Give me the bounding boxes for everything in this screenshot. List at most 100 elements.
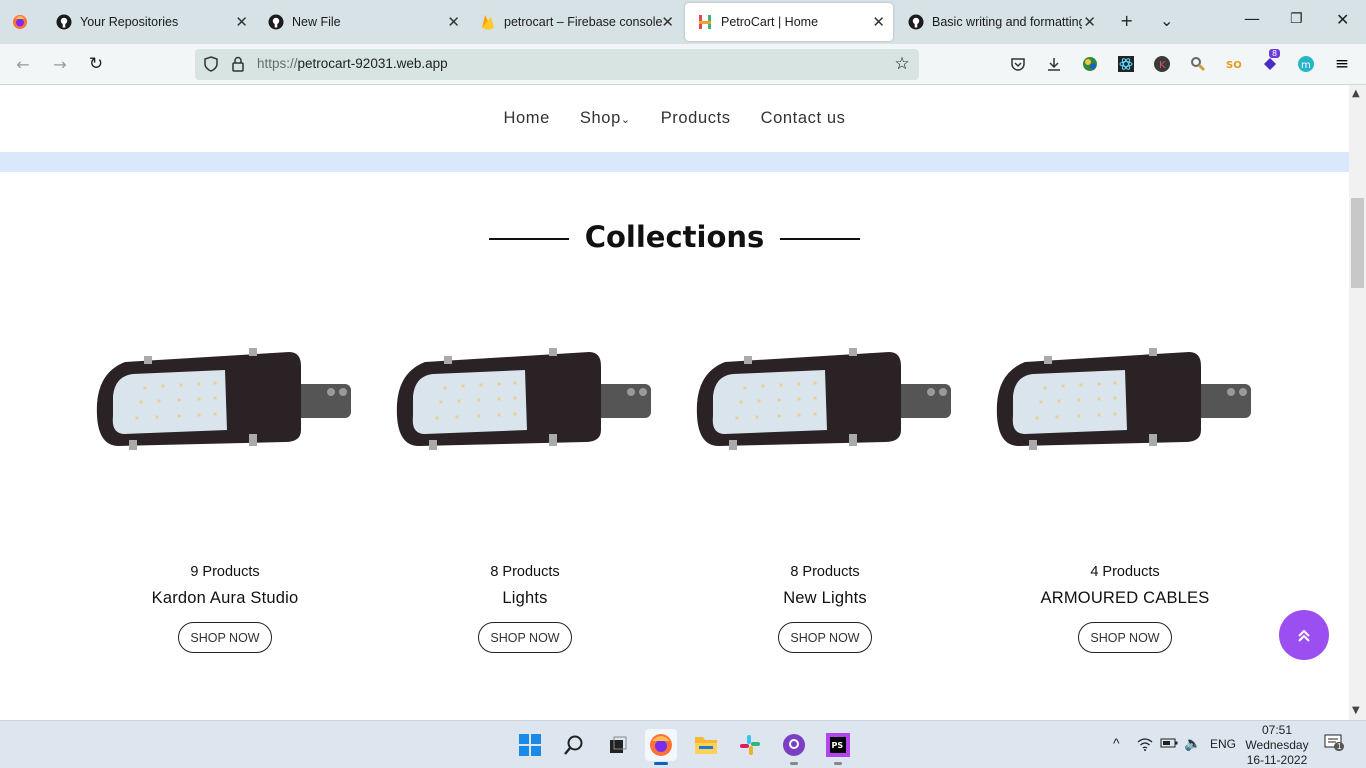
collection-name[interactable]: Lights — [375, 589, 675, 608]
start-button[interactable] — [514, 729, 546, 761]
street-light-image — [996, 348, 1251, 450]
tab-title: Basic writing and formatting — [932, 15, 1082, 29]
tab-firebase-console[interactable]: petrocart – Firebase console ✕ — [468, 3, 682, 41]
clock[interactable]: 07:51 Wednesday 16-11-2022 — [1240, 723, 1314, 768]
volume-icon[interactable]: 🔈 — [1184, 735, 1201, 752]
task-view-icon — [610, 736, 627, 753]
close-icon[interactable]: ✕ — [235, 13, 248, 31]
svg-text:m: m — [1301, 60, 1311, 71]
address-bar[interactable]: https://petrocart-92031.web.app ☆ — [195, 49, 919, 80]
collection-card[interactable]: 8 Products New Lights SHOP NOW — [675, 340, 975, 660]
scrollbar-thumb[interactable] — [1351, 198, 1364, 288]
firefox-view-button[interactable] — [0, 3, 42, 41]
k-extension-icon[interactable]: K — [1153, 55, 1171, 73]
close-icon[interactable]: ✕ — [872, 13, 885, 31]
nav-shop-label: Shop — [579, 108, 621, 127]
wifi-icon[interactable] — [1137, 737, 1153, 754]
taskbar-file-explorer[interactable] — [690, 729, 722, 761]
minimize-icon[interactable]: — — [1244, 9, 1260, 28]
github-icon — [268, 14, 284, 30]
street-light-image — [96, 348, 351, 450]
taskbar-slack[interactable] — [734, 729, 766, 761]
collection-product-count: 9 Products — [190, 564, 260, 580]
nav-home[interactable]: Home — [504, 109, 550, 128]
title-divider-right — [780, 238, 860, 240]
tab-strip: Your Repositories ✕ New File ✕ petrocart… — [0, 0, 1366, 44]
magnifier-extension-icon[interactable] — [1189, 55, 1207, 73]
input-language[interactable]: ENG — [1210, 737, 1236, 751]
double-chevron-up-icon — [1298, 629, 1310, 642]
tab-title: New File — [292, 15, 341, 29]
app-menu-icon[interactable]: ≡ — [1333, 54, 1351, 74]
tab-list-chevron-icon[interactable]: ⌄ — [1160, 11, 1173, 30]
battery-icon[interactable] — [1160, 737, 1178, 752]
tab-title: PetroCart | Home — [721, 15, 819, 29]
petrocart-icon — [697, 14, 713, 30]
nav-shop[interactable]: Shop⌄ — [580, 109, 631, 128]
back-icon[interactable]: ← — [14, 55, 32, 74]
download-icon[interactable] — [1045, 55, 1063, 73]
url-text[interactable]: https://petrocart-92031.web.app — [257, 56, 448, 71]
close-icon[interactable]: ✕ — [1083, 13, 1096, 31]
pocket-icon[interactable] — [1009, 55, 1027, 73]
collection-name[interactable]: New Lights — [675, 589, 975, 608]
clock-time: 07:51 — [1261, 723, 1293, 737]
tab-your-repositories[interactable]: Your Repositories ✕ — [44, 3, 256, 41]
notification-center-button[interactable]: 1 — [1324, 734, 1345, 755]
chevron-down-icon: ⌄ — [620, 113, 631, 126]
taskbar-firefox[interactable] — [645, 729, 677, 765]
github-icon — [908, 14, 924, 30]
new-tab-icon[interactable]: + — [1120, 11, 1133, 30]
taskbar-github-desktop[interactable] — [778, 729, 810, 765]
shop-now-button[interactable]: SHOP NOW — [778, 622, 872, 653]
collection-card[interactable]: 8 Products Lights SHOP NOW — [375, 340, 675, 660]
nav-contact[interactable]: Contact us — [761, 109, 846, 128]
page-scrollbar[interactable]: ▲ ▼ — [1349, 85, 1366, 720]
url-scheme: https:// — [257, 56, 298, 71]
tab-new-file[interactable]: New File ✕ — [256, 3, 468, 41]
collection-card[interactable]: 4 Products ARMOURED CABLES SHOP NOW — [975, 340, 1275, 660]
street-light-image — [696, 348, 951, 450]
so-extension-icon[interactable]: SO — [1225, 55, 1243, 73]
svg-text:SO: SO — [1226, 60, 1242, 71]
section-title: Collections — [584, 220, 765, 254]
shop-now-button[interactable]: SHOP NOW — [178, 622, 272, 653]
tracking-shield-icon[interactable] — [202, 55, 220, 73]
search-button[interactable] — [558, 729, 590, 761]
collection-card[interactable]: 9 Products Kardon Aura Studio SHOP NOW — [75, 340, 375, 660]
react-devtools-icon[interactable] — [1117, 55, 1135, 73]
running-indicator — [834, 762, 842, 765]
browser-toolbar: ← → ↻ https://petrocart-92031.web.app ☆ … — [0, 44, 1366, 85]
scroll-down-arrow-icon[interactable]: ▼ — [1352, 705, 1360, 716]
nav-products[interactable]: Products — [661, 109, 731, 128]
extension-badge-icon[interactable]: 8 — [1261, 49, 1281, 73]
header-band — [0, 152, 1349, 172]
clock-date: 16-11-2022 — [1246, 753, 1308, 767]
tab-title: Your Repositories — [80, 15, 179, 29]
running-indicator — [654, 762, 668, 765]
tab-basic-writing[interactable]: Basic writing and formatting ✕ — [896, 3, 1104, 41]
bookmark-star-icon[interactable]: ☆ — [893, 54, 911, 74]
scroll-to-top-button[interactable] — [1279, 610, 1329, 660]
window-close-icon[interactable]: ✕ — [1336, 10, 1349, 29]
folder-icon — [695, 737, 717, 754]
show-hidden-icons-chevron-icon[interactable]: ^ — [1113, 735, 1120, 751]
taskbar-phpstorm[interactable]: PS — [822, 729, 854, 765]
shop-now-button[interactable]: SHOP NOW — [478, 622, 572, 653]
scroll-up-arrow-icon[interactable]: ▲ — [1352, 88, 1360, 99]
restore-icon[interactable]: ❐ — [1290, 11, 1303, 27]
shop-now-button[interactable]: SHOP NOW — [1078, 622, 1172, 653]
forward-icon[interactable]: → — [51, 55, 69, 74]
reload-icon[interactable]: ↻ — [87, 54, 105, 74]
m-extension-icon[interactable]: m — [1297, 55, 1315, 73]
tab-petrocart-home[interactable]: PetroCart | Home ✕ — [685, 3, 893, 41]
url-host: petrocart-92031.web.app — [297, 56, 448, 71]
collection-name[interactable]: ARMOURED CABLES — [975, 589, 1275, 608]
search-icon — [564, 735, 583, 755]
task-view-button[interactable] — [602, 729, 634, 761]
close-icon[interactable]: ✕ — [447, 13, 460, 31]
collection-name[interactable]: Kardon Aura Studio — [75, 589, 375, 608]
lock-icon[interactable] — [229, 55, 247, 73]
close-icon[interactable]: ✕ — [661, 13, 674, 31]
extension-globe-icon[interactable] — [1081, 55, 1099, 73]
